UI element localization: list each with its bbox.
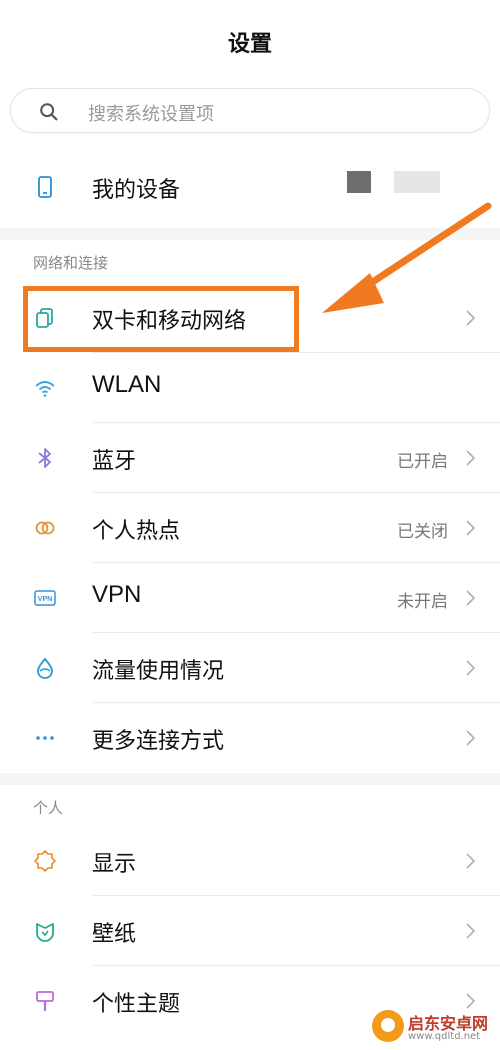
wifi-icon bbox=[35, 381, 55, 397]
data-usage-icon bbox=[37, 657, 53, 679]
svg-text:VPN: VPN bbox=[38, 596, 52, 603]
my-device-label: 我的设备 bbox=[92, 178, 181, 203]
chevron-right-icon bbox=[466, 520, 476, 536]
row-status: 已开启 bbox=[397, 452, 448, 472]
bluetooth-icon bbox=[38, 448, 51, 468]
row-display[interactable]: 显示 bbox=[0, 826, 500, 896]
row-hotspot[interactable]: 个人热点 已关闭 bbox=[0, 493, 500, 563]
row-wallpaper[interactable]: 壁纸 bbox=[0, 896, 500, 966]
row-label: 更多连接方式 bbox=[92, 729, 225, 754]
row-label: 流量使用情况 bbox=[92, 659, 225, 684]
row-label: 个性主题 bbox=[92, 992, 181, 1017]
search-input[interactable]: 搜索系统设置项 bbox=[88, 100, 214, 126]
page-title: 设置 bbox=[227, 32, 272, 57]
section-header-network: 网络和连接 bbox=[0, 240, 500, 280]
chevron-right-icon bbox=[466, 450, 476, 466]
row-label: WLAN bbox=[92, 371, 162, 398]
search-icon bbox=[40, 103, 58, 121]
row-vpn[interactable]: VPN VPN 未开启 bbox=[0, 563, 500, 633]
section-header-personal: 个人 bbox=[0, 785, 500, 825]
chevron-right-icon bbox=[466, 730, 476, 746]
row-label: 个人热点 bbox=[92, 519, 181, 544]
watermark-logo: 启东安卓网 www.qdltd.net bbox=[370, 1006, 500, 1050]
phone-icon bbox=[38, 176, 52, 198]
row-wlan[interactable]: WLAN bbox=[0, 353, 500, 423]
chevron-right-icon bbox=[466, 310, 476, 326]
row-label: 显示 bbox=[92, 852, 137, 877]
hotspot-icon bbox=[35, 521, 55, 535]
theme-brush-icon bbox=[36, 991, 54, 1012]
row-data-usage[interactable]: 流量使用情况 bbox=[0, 633, 500, 703]
wallpaper-icon bbox=[36, 923, 54, 942]
row-status: 未开启 bbox=[397, 592, 448, 612]
row-label: 蓝牙 bbox=[92, 449, 137, 474]
row-status: 已关闭 bbox=[397, 522, 448, 542]
row-label: 壁纸 bbox=[92, 922, 137, 947]
row-more-connections[interactable]: 更多连接方式 bbox=[0, 703, 500, 773]
row-bluetooth[interactable]: 蓝牙 已开启 bbox=[0, 423, 500, 493]
highlight-box bbox=[23, 286, 299, 352]
chevron-right-icon bbox=[466, 590, 476, 606]
search-bar[interactable]: 搜索系统设置项 bbox=[10, 88, 490, 133]
row-label: VPN bbox=[92, 581, 142, 608]
chevron-right-icon bbox=[466, 923, 476, 939]
section-gap bbox=[0, 773, 500, 785]
chevron-right-icon bbox=[466, 853, 476, 869]
section-gap bbox=[0, 228, 500, 240]
vpn-icon: VPN bbox=[34, 590, 56, 606]
chevron-right-icon bbox=[466, 660, 476, 676]
more-dots-icon bbox=[36, 736, 54, 740]
brightness-icon bbox=[34, 850, 56, 872]
